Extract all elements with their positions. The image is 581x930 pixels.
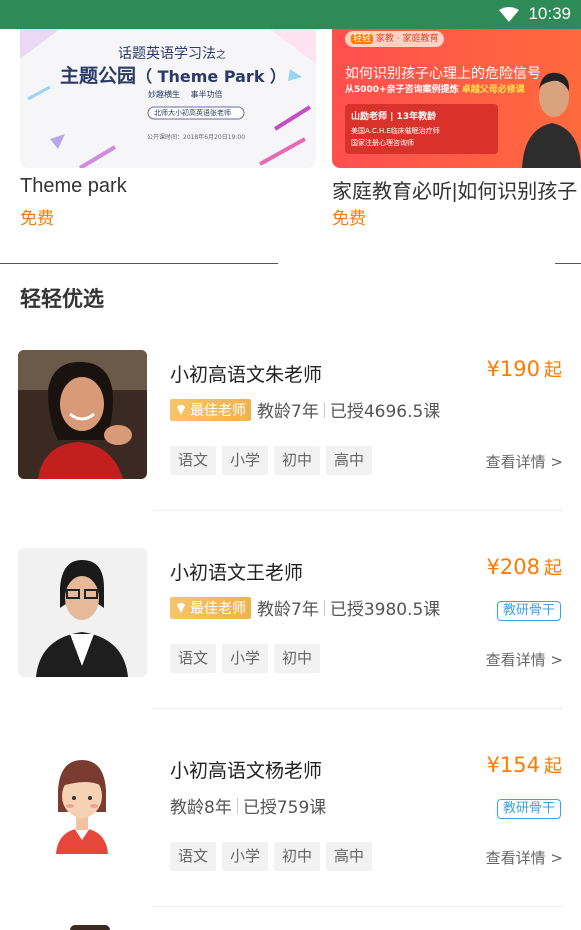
poster-info-box: 山励老师 | 13年教龄 美国A.C.H.E临床催眠治疗师 国家注册心理咨询师 bbox=[345, 104, 498, 154]
subject-tag: 小学 bbox=[222, 644, 269, 673]
teacher-name: 小初语文王老师 bbox=[170, 562, 304, 584]
teacher-price: ¥208 起 bbox=[487, 554, 562, 580]
section-title: 轻轻优选 bbox=[20, 287, 104, 311]
price-suffix: 起 bbox=[544, 360, 562, 381]
course-title: 家庭教育必听|如何识别孩子 bbox=[332, 181, 578, 203]
teacher-photo bbox=[18, 548, 147, 677]
view-details-link[interactable]: 查看详情 > bbox=[486, 451, 563, 472]
meta-separator bbox=[236, 797, 238, 814]
course-price: 免费 bbox=[20, 209, 54, 229]
subject-tags: 语文 小学 初中 高中 bbox=[170, 842, 378, 871]
row-divider bbox=[153, 510, 563, 511]
subject-tag: 高中 bbox=[326, 446, 373, 475]
subject-tag: 语文 bbox=[170, 644, 217, 673]
next-teacher-avatar-peek bbox=[70, 925, 110, 930]
teaching-years: 教龄7年 bbox=[257, 402, 319, 422]
research-badge: 教研骨干 bbox=[496, 799, 561, 819]
course-poster: 话题英语学习法之 主题公园（ Theme Park ） 妙趣横生 事半功倍 北师… bbox=[20, 29, 316, 168]
research-badge: 教研骨干 bbox=[496, 601, 561, 621]
teacher-price: ¥190 起 bbox=[487, 356, 562, 382]
teacher-avatar bbox=[18, 350, 147, 479]
poster-brand-pill: 轻轻 家教 · 家庭教育 bbox=[345, 31, 445, 47]
best-badge-label: 最佳老师 bbox=[190, 600, 246, 617]
poster-box-line2: 国家注册心理咨询师 bbox=[351, 139, 414, 147]
teacher-photo bbox=[18, 350, 147, 479]
lessons-taught: 已授759课 bbox=[242, 798, 327, 818]
teaching-years: 教龄8年 bbox=[170, 798, 232, 818]
course-poster: 轻轻 家教 · 家庭教育 如何识别孩子心理上的危险信号 从5000+亲子咨询案例… bbox=[332, 29, 581, 168]
view-details-link[interactable]: 查看详情 > bbox=[486, 649, 563, 670]
best-badge-label: 最佳老师 bbox=[190, 402, 246, 419]
lessons-taught: 已授3980.5课 bbox=[329, 600, 441, 620]
teacher-meta: 最佳老师 教龄7年 已授4696.5课 bbox=[170, 397, 440, 422]
teacher-card[interactable]: 小初高语文朱老师 ¥190 起 最佳老师 教龄7年 已授4696.5课 语文 小学… bbox=[0, 350, 581, 548]
poster-slogan-right: 事半功倍 bbox=[190, 90, 223, 99]
poster-suffix: 之 bbox=[216, 50, 226, 61]
poster-box-title: 山励老师 | 13年教龄 bbox=[351, 112, 437, 122]
teaching-years: 教龄7年 bbox=[257, 600, 319, 620]
price-value: ¥208 bbox=[486, 555, 540, 579]
teacher-avatar bbox=[18, 548, 147, 677]
poster-subline: 从5000+亲子咨询案例提炼 bbox=[345, 85, 459, 95]
teacher-name: 小初高语文杨老师 bbox=[170, 760, 323, 782]
price-value: ¥190 bbox=[486, 357, 540, 381]
subject-tag: 语文 bbox=[170, 446, 217, 475]
course-carousel[interactable]: 话题英语学习法之 主题公园（ Theme Park ） 妙趣横生 事半功倍 北师… bbox=[0, 29, 581, 263]
row-divider bbox=[153, 906, 563, 907]
course-card-theme-park[interactable]: 话题英语学习法之 主题公园（ Theme Park ） 妙趣横生 事半功倍 北师… bbox=[20, 29, 316, 229]
carousel-indicator-right bbox=[555, 263, 581, 264]
teacher-name: 小初高语文朱老师 bbox=[170, 364, 323, 386]
teacher-price: ¥154 起 bbox=[487, 752, 562, 778]
diamond-icon bbox=[177, 602, 185, 613]
lessons-taught: 已授4696.5课 bbox=[329, 402, 441, 422]
poster-english: （ Theme Park ） bbox=[136, 67, 287, 86]
teacher-meta: 最佳老师 教龄7年 已授3980.5课 bbox=[170, 595, 440, 620]
best-teacher-badge: 最佳老师 bbox=[170, 596, 251, 619]
meta-separator bbox=[323, 401, 325, 418]
status-time: 10:39 bbox=[528, 4, 571, 23]
subject-tag: 小学 bbox=[222, 446, 269, 475]
subject-tag: 初中 bbox=[274, 644, 321, 673]
price-suffix: 起 bbox=[544, 756, 562, 777]
course-title: Theme park bbox=[20, 175, 127, 197]
best-teacher-badge: 最佳老师 bbox=[170, 398, 251, 421]
default-avatar-illustration bbox=[18, 746, 147, 875]
meta-separator bbox=[323, 599, 325, 616]
view-details-link[interactable]: 查看详情 > bbox=[486, 847, 563, 868]
status-bar: 10:39 bbox=[0, 0, 581, 29]
brand-logo: 轻轻 bbox=[351, 34, 374, 44]
carousel-indicator-left bbox=[0, 263, 278, 264]
poster-slogan-left: 妙趣横生 bbox=[148, 90, 180, 99]
teacher-meta: 教龄8年 已授759课 bbox=[170, 793, 326, 818]
poster-brand-tag: 家教 · 家庭教育 bbox=[375, 34, 439, 44]
row-divider bbox=[153, 708, 563, 709]
subject-tag: 语文 bbox=[170, 842, 217, 871]
poster-small-heading: 话题英语学习法 bbox=[118, 46, 216, 62]
subject-tags: 语文 小学 初中 bbox=[170, 644, 326, 673]
course-price: 免费 bbox=[332, 209, 366, 229]
poster-date-line: 公开课时间：2018年6月20日19:00 bbox=[147, 134, 246, 141]
price-value: ¥154 bbox=[486, 753, 540, 777]
teacher-card[interactable]: 小初高语文杨老师 ¥154 起 教龄8年 已授759课 教研骨干 语文 小学 初中… bbox=[0, 746, 581, 930]
teacher-avatar bbox=[18, 746, 147, 875]
subject-tag: 初中 bbox=[274, 446, 321, 475]
poster-box-line1: 美国A.C.H.E临床催眠治疗师 bbox=[351, 127, 440, 135]
course-card-family-education[interactable]: 轻轻 家教 · 家庭教育 如何识别孩子心理上的危险信号 从5000+亲子咨询案例… bbox=[332, 29, 581, 229]
subject-tag: 初中 bbox=[274, 842, 321, 871]
price-suffix: 起 bbox=[544, 558, 562, 579]
teacher-photo bbox=[522, 72, 581, 168]
subject-tag: 小学 bbox=[222, 842, 269, 871]
subject-tags: 语文 小学 初中 高中 bbox=[170, 446, 378, 475]
poster-main-heading: 主题公园 bbox=[60, 65, 137, 87]
subject-tag: 高中 bbox=[326, 842, 373, 871]
poster-teacher-pill: 北师大小初高英语张老师 bbox=[154, 109, 231, 117]
diamond-icon bbox=[177, 404, 185, 415]
teacher-card[interactable]: 小初语文王老师 ¥208 起 最佳老师 教龄7年 已授3980.5课 教研骨干 语… bbox=[0, 548, 581, 746]
wifi-icon bbox=[499, 7, 519, 22]
